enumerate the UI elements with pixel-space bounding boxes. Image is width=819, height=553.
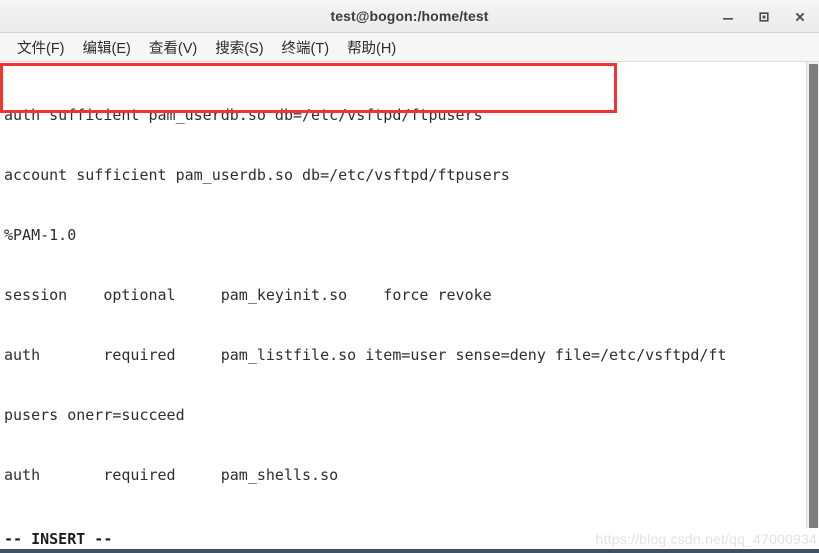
vertical-scrollbar[interactable] — [806, 62, 819, 553]
watermark-text: https://blog.csdn.net/qq_47000934 — [595, 531, 817, 547]
terminal-line: %PAM-1.0 — [4, 226, 77, 244]
menu-item-help[interactable]: 帮助(H) — [338, 35, 405, 60]
maximize-icon — [757, 10, 771, 24]
title-bar: test@bogon:/home/test — [0, 0, 819, 33]
terminal-line: account sufficient pam_userdb.so db=/etc… — [4, 166, 510, 184]
terminal-line: pusers onerr=succeed — [4, 406, 185, 424]
terminal-line: auth required pam_listfile.so item=user … — [4, 346, 727, 364]
terminal-line: auth required pam_shells.so — [4, 466, 339, 484]
terminal-window: test@bogon:/home/test 文件(F) 编辑(E) 查看(V) — [0, 0, 819, 553]
terminal-line: session optional pam_keyinit.so force re… — [4, 286, 492, 304]
close-icon — [793, 10, 807, 24]
menu-item-file[interactable]: 文件(F) — [8, 35, 74, 60]
menu-bar: 文件(F) 编辑(E) 查看(V) 搜索(S) 终端(T) 帮助(H) — [0, 33, 819, 62]
maximize-button[interactable] — [751, 4, 777, 30]
window-bottom-border — [0, 549, 819, 553]
minimize-button[interactable] — [715, 4, 741, 30]
window-controls — [715, 0, 813, 33]
menu-item-view[interactable]: 查看(V) — [140, 35, 206, 60]
vim-mode-indicator: -- INSERT -- — [4, 530, 113, 548]
menu-item-edit[interactable]: 编辑(E) — [74, 35, 140, 60]
vim-buffer: auth sufficient pam_userdb.so db=/etc/vs… — [4, 65, 816, 546]
minimize-icon — [721, 10, 735, 24]
menu-item-terminal[interactable]: 终端(T) — [273, 35, 339, 60]
status-bar: -- INSERT -- https://blog.csdn.net/qq_47… — [0, 528, 819, 550]
window-title: test@bogon:/home/test — [330, 8, 489, 24]
close-button[interactable] — [787, 4, 813, 30]
scrollbar-thumb[interactable] — [809, 64, 818, 551]
terminal-line: auth sufficient pam_userdb.so db=/etc/vs… — [4, 106, 483, 124]
menu-item-search[interactable]: 搜索(S) — [206, 35, 272, 60]
terminal-content[interactable]: auth sufficient pam_userdb.so db=/etc/vs… — [0, 62, 819, 546]
